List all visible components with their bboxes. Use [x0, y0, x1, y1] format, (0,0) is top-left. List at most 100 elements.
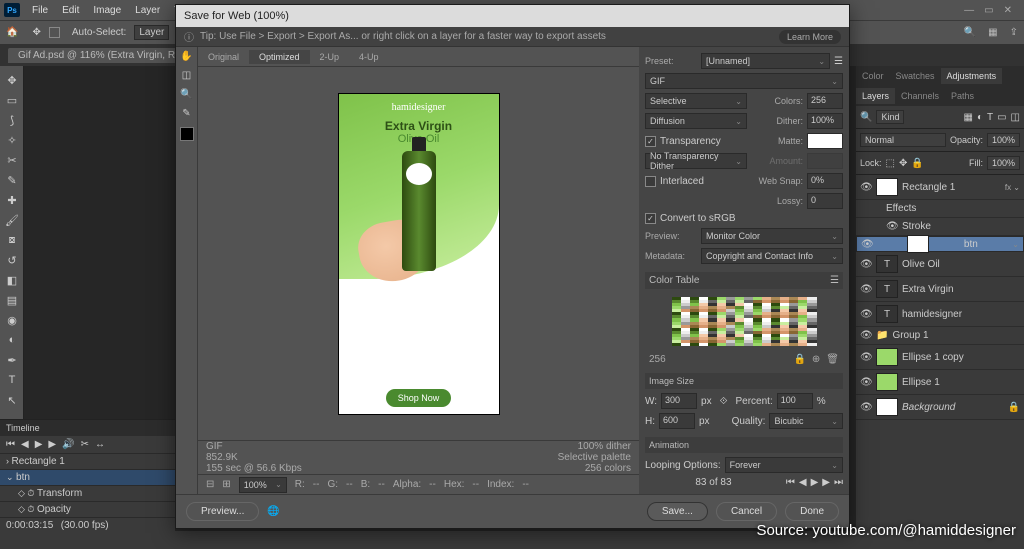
dodge-tool[interactable]: ◐ [0, 330, 24, 350]
tab-original[interactable]: Original [198, 50, 249, 64]
marquee-tool[interactable]: ▭ [0, 90, 24, 110]
dither-input[interactable]: 100% [807, 113, 843, 129]
layer-row[interactable]: 👁Background🔒 [856, 395, 1024, 420]
kind-select[interactable]: Kind [876, 110, 904, 124]
percent-input[interactable]: 100 [777, 393, 813, 409]
maximize-icon[interactable]: ▭ [984, 5, 993, 16]
layer-row[interactable]: 👁btn [856, 236, 1024, 252]
blur-tool[interactable]: ◉ [0, 310, 24, 330]
lasso-tool[interactable]: ⟆ [0, 110, 24, 130]
prev-frame-icon[interactable]: ◀ [21, 439, 29, 450]
width-input[interactable]: 300 [661, 393, 697, 409]
crop-tool[interactable]: ✂ [0, 150, 24, 170]
ct-lock-icon[interactable]: 🔒 [793, 354, 805, 365]
tab-channels[interactable]: Channels [895, 88, 945, 104]
tab-layers[interactable]: Layers [856, 88, 895, 104]
visibility-icon[interactable]: 👁 [861, 239, 873, 250]
layer-row[interactable]: 👁Thamidesigner [856, 302, 1024, 327]
eraser-tool[interactable]: ◧ [0, 270, 24, 290]
preview-canvas[interactable]: hamidesigner Extra Virgin Olive Oil Shop… [198, 67, 639, 440]
slice-tool-icon[interactable]: ◫ [182, 70, 191, 81]
height-input[interactable]: 600 [659, 413, 695, 429]
fill-value[interactable]: 100% [987, 156, 1020, 170]
filter-pixel-icon[interactable]: ▦ [963, 112, 972, 123]
filter-type-icon[interactable]: T [987, 112, 993, 123]
preview-select[interactable]: Monitor Color [701, 228, 843, 244]
layer-row[interactable]: 👁Ellipse 1 [856, 370, 1024, 395]
layer-row[interactable]: 👁TOlive Oil [856, 252, 1024, 277]
interlaced-checkbox[interactable] [645, 176, 656, 187]
auto-select-checkbox[interactable] [49, 27, 60, 38]
visibility-icon[interactable]: 👁 [860, 402, 872, 413]
zoom-out-icon[interactable]: ⊟ [206, 479, 214, 490]
tab-optimized[interactable]: Optimized [249, 50, 310, 64]
visibility-icon[interactable]: 👁 [860, 352, 872, 363]
zoom-select[interactable]: 100% [239, 477, 287, 493]
anim-prev-icon[interactable]: ◀ [799, 477, 807, 488]
visibility-icon[interactable]: 👁 [886, 221, 898, 232]
home-icon[interactable]: 🏠 [6, 27, 18, 38]
timeline-track[interactable]: ◇ ⏱ Opacity [0, 501, 175, 517]
ct-menu-icon[interactable]: ☰ [830, 275, 839, 286]
learn-more-button[interactable]: Learn More [779, 30, 841, 44]
preset-menu-icon[interactable]: ☰ [834, 56, 843, 67]
play-icon[interactable]: ▶ [35, 439, 43, 450]
anim-last-icon[interactable]: ⏭ [834, 477, 843, 488]
layer-row[interactable]: 👁TExtra Virgin [856, 277, 1024, 302]
tab-color[interactable]: Color [856, 68, 890, 84]
move-tool[interactable]: ✥ [0, 70, 24, 90]
lossy-input[interactable]: 0 [807, 193, 843, 209]
color-swatch[interactable] [180, 127, 194, 141]
filter-smart-icon[interactable]: ◫ [1011, 112, 1020, 123]
trans-dither-select[interactable]: No Transparency Dither [645, 153, 747, 169]
share-icon[interactable]: ⇪ [1010, 27, 1018, 38]
transition-icon[interactable]: ↔ [95, 439, 105, 450]
menu-layer[interactable]: Layer [129, 5, 166, 16]
fx-badge[interactable]: fx ⌄ [1005, 183, 1020, 192]
workspace-icon[interactable]: ▦ [988, 27, 997, 38]
zoom-in-icon[interactable]: ⊞ [222, 479, 230, 490]
history-brush-tool[interactable]: ↺ [0, 250, 24, 270]
gradient-tool[interactable]: ▤ [0, 290, 24, 310]
menu-image[interactable]: Image [87, 5, 127, 16]
timeline-track[interactable]: ◇ ⏱ Transform [0, 485, 175, 501]
loop-select[interactable]: Forever [725, 457, 843, 473]
opacity-value[interactable]: 100% [987, 133, 1020, 147]
layer-fx[interactable]: Effects [856, 200, 1024, 218]
split-icon[interactable]: ✂ [81, 439, 89, 450]
eyedropper-tool-icon[interactable]: ✎ [182, 108, 190, 119]
ct-delete-icon[interactable]: 🗑 [826, 354, 839, 365]
tab-4up[interactable]: 4-Up [349, 50, 389, 64]
tab-paths[interactable]: Paths [945, 88, 980, 104]
minimize-icon[interactable]: — [964, 5, 974, 16]
layer-row[interactable]: 👁Rectangle 1fx ⌄ [856, 175, 1024, 200]
menu-file[interactable]: File [26, 5, 54, 16]
format-select[interactable]: GIF [645, 73, 843, 89]
timeline-track[interactable]: › Rectangle 1 [0, 453, 175, 469]
visibility-icon[interactable]: 👁 [860, 259, 872, 270]
auto-select-target[interactable]: Layer [134, 25, 169, 40]
lock-icon[interactable]: 🔒 [911, 158, 923, 169]
first-frame-icon[interactable]: ⏮ [6, 439, 15, 450]
visibility-icon[interactable]: 👁 [860, 330, 872, 341]
preset-select[interactable]: [Unnamed] [701, 53, 830, 69]
filter-adj-icon[interactable]: ◐ [977, 112, 983, 123]
type-tool[interactable]: T [0, 370, 24, 390]
stamp-tool[interactable]: ⧇ [0, 230, 24, 250]
path-tool[interactable]: ↖ [0, 390, 24, 410]
wand-tool[interactable]: ✧ [0, 130, 24, 150]
next-frame-icon[interactable]: ▶ [48, 439, 56, 450]
visibility-icon[interactable]: 👁 [860, 284, 872, 295]
preview-button[interactable]: Preview... [186, 502, 259, 521]
metadata-select[interactable]: Copyright and Contact Info [701, 248, 843, 264]
close-icon[interactable]: ✕ [1004, 5, 1012, 16]
color-table[interactable] [672, 297, 817, 346]
browser-icon[interactable]: 🌐 [267, 506, 279, 517]
audio-icon[interactable]: 🔊 [62, 439, 74, 450]
brush-tool[interactable]: 🖌 [0, 210, 24, 230]
save-button[interactable]: Save... [647, 502, 708, 521]
layer-row[interactable]: 👁📁Group 1 [856, 327, 1024, 345]
ct-add-icon[interactable]: ⊕ [812, 354, 820, 365]
layer-row[interactable]: 👁Ellipse 1 copy [856, 345, 1024, 370]
anim-first-icon[interactable]: ⏮ [786, 477, 795, 488]
